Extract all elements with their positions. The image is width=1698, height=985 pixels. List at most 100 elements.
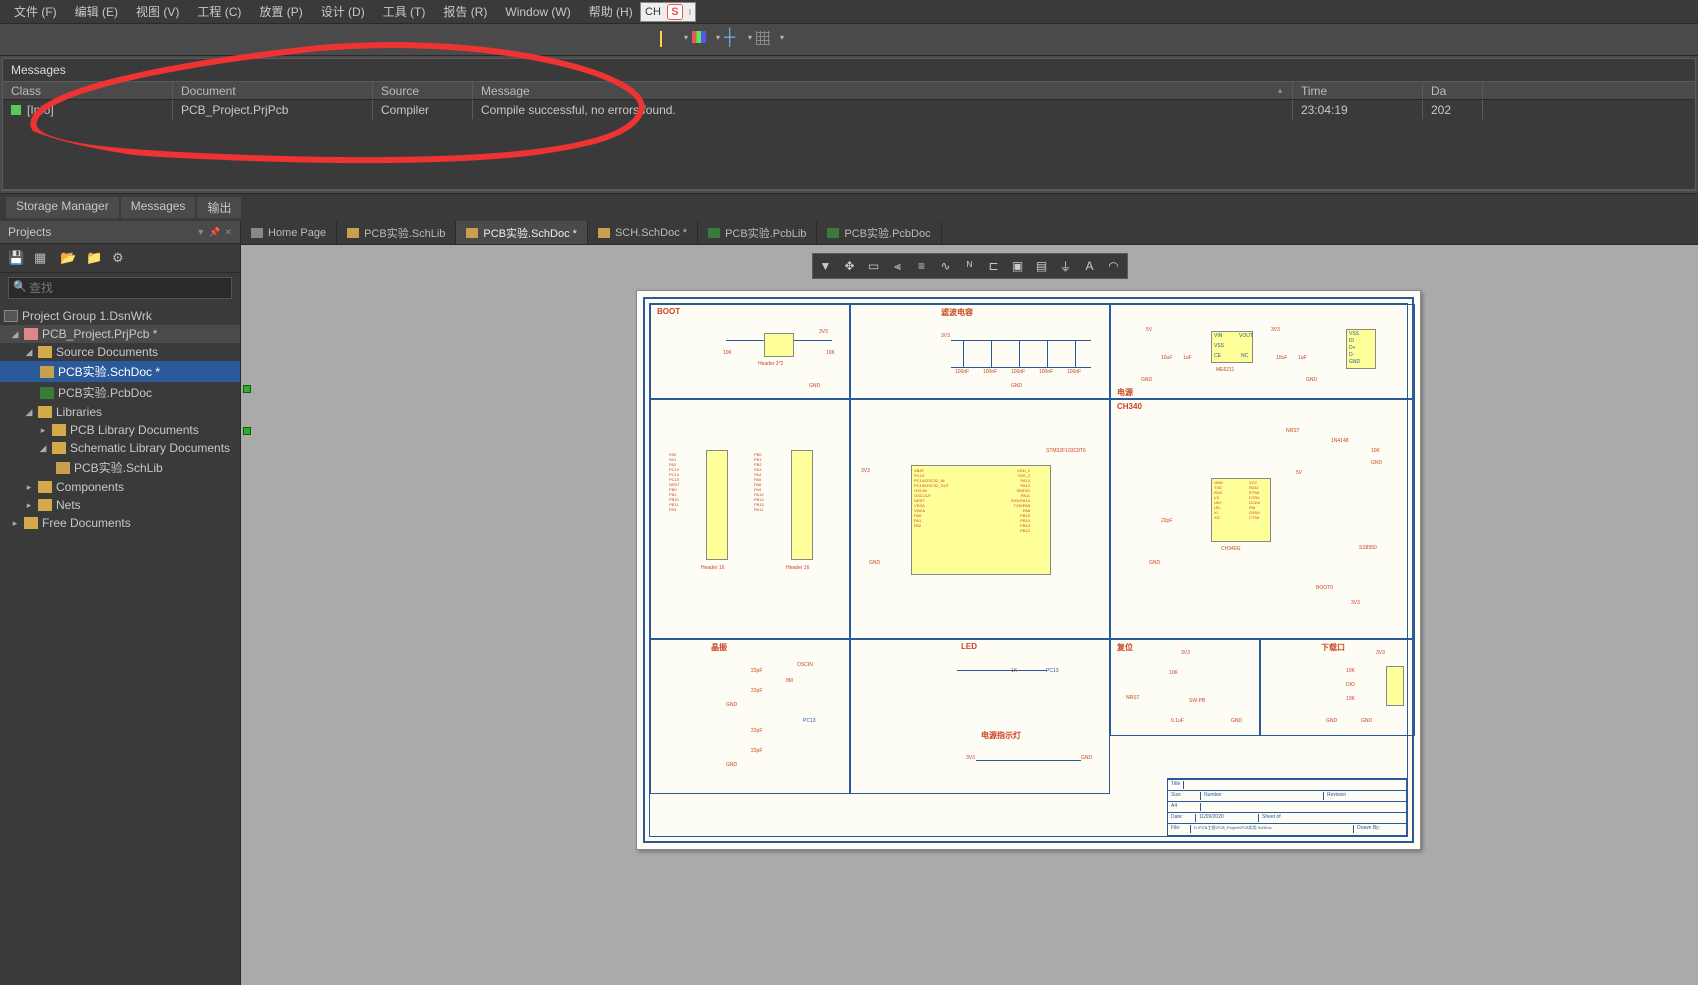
tree-source-docs[interactable]: ◢Source Documents bbox=[0, 343, 240, 361]
tree-schlib-folder[interactable]: ◢Schematic Library Documents bbox=[0, 439, 240, 457]
compile-icon[interactable]: ▦ bbox=[34, 250, 50, 266]
boot-r1: 10K bbox=[723, 350, 732, 356]
tab-sch[interactable]: SCH.SchDoc * bbox=[588, 221, 698, 244]
menu-place[interactable]: 放置 (P) bbox=[251, 1, 310, 22]
cell-headers: Header 16 Header 16 PA0PA1PA2PC13PC14PC1… bbox=[650, 399, 850, 639]
netlabel-icon[interactable]: ᴺ bbox=[959, 256, 981, 276]
select-icon[interactable]: ▭ bbox=[863, 256, 885, 276]
header-p3 bbox=[791, 450, 813, 560]
tree-pcbdoc[interactable]: PCB实验.PcbDoc bbox=[0, 382, 240, 403]
tree-workspace[interactable]: Project Group 1.DsnWrk bbox=[0, 307, 240, 325]
port-icon[interactable]: ⊏ bbox=[983, 256, 1005, 276]
part-icon[interactable]: ▤ bbox=[1031, 256, 1053, 276]
dl-gnd1: GND bbox=[1326, 718, 1337, 724]
menu-help[interactable]: 帮助 (H) bbox=[581, 1, 641, 22]
tb-number: Number bbox=[1204, 792, 1324, 800]
tab-output[interactable]: 输出 bbox=[197, 197, 241, 218]
xtal-c13: 22pF bbox=[751, 728, 762, 734]
menu-window[interactable]: Window (W) bbox=[497, 3, 578, 21]
power-icon[interactable]: ⏚ bbox=[1055, 256, 1077, 276]
search-input[interactable] bbox=[8, 277, 232, 299]
panel-close-icon[interactable]: ✕ bbox=[224, 227, 232, 238]
reset-3v3: 3V3 bbox=[1181, 650, 1190, 656]
tb-title: Title bbox=[1171, 781, 1184, 789]
schematic-canvas[interactable]: ▼ ✥ ▭ ⫷ ≡ ∿ ᴺ ⊏ ▣ ▤ ⏚ A ◠ BOOT bbox=[241, 245, 1698, 985]
move-icon[interactable]: ✥ bbox=[839, 256, 861, 276]
crosshair-icon[interactable]: ┼ bbox=[724, 31, 742, 49]
cell-download-title: 下载口 bbox=[1321, 642, 1345, 653]
tree-libraries[interactable]: ◢Libraries bbox=[0, 403, 240, 421]
mcu-right-pins: VDD_2VSS_2PA13PA12SWDIOPA11RXD/PA10TXD/P… bbox=[1011, 468, 1030, 533]
power-gnd2: GND bbox=[1306, 377, 1317, 383]
menu-report[interactable]: 报告 (R) bbox=[435, 1, 495, 22]
col-document[interactable]: Document bbox=[173, 82, 373, 99]
col-class[interactable]: Class bbox=[3, 82, 173, 99]
msg-text: Compile successful, no errors found. bbox=[473, 100, 1293, 119]
tree-project[interactable]: ◢PCB_Project.PrjPcb * bbox=[0, 325, 240, 343]
cell-decoup-title: 滤波电容 bbox=[941, 307, 973, 318]
tree-pcblib-folder[interactable]: ▸PCB Library Documents bbox=[0, 421, 240, 439]
tab-schdoc[interactable]: PCB实验.SchDoc * bbox=[456, 221, 588, 244]
tab-pcblib[interactable]: PCB实验.PcbLib bbox=[698, 221, 817, 244]
tb-size: Size bbox=[1171, 792, 1201, 800]
tree-schlib[interactable]: PCB实验.SchLib bbox=[0, 457, 240, 478]
folder-icon[interactable]: 📁 bbox=[86, 250, 102, 266]
reset-sw: SW-PB bbox=[1189, 698, 1205, 704]
tree-nets[interactable]: ▸Nets bbox=[0, 496, 240, 514]
ch340-diode: 1N4148 bbox=[1331, 438, 1349, 444]
wire-icon[interactable]: ∿ bbox=[935, 256, 957, 276]
col-source[interactable]: Source bbox=[373, 82, 473, 99]
tab-pcbdoc[interactable]: PCB实验.PcbDoc bbox=[817, 221, 941, 244]
usb-dm: D- bbox=[1349, 352, 1354, 358]
place-wire-icon[interactable] bbox=[660, 31, 678, 49]
settings-gear-icon[interactable]: ⚙ bbox=[112, 250, 128, 266]
align-dist-icon[interactable]: ≡ bbox=[911, 256, 933, 276]
color-swatch-icon[interactable] bbox=[692, 31, 710, 49]
msg-document: PCB_Project.PrjPcb bbox=[173, 100, 373, 119]
tree-free-docs[interactable]: ▸Free Documents bbox=[0, 514, 240, 532]
boot-3v3: 3V3 bbox=[819, 329, 828, 335]
filter-icon[interactable]: ▼ bbox=[815, 256, 837, 276]
cell-mcu: STM32F103C8T6 VBATPC13PC14/OSC32_INPC15/… bbox=[850, 399, 1110, 639]
text-icon[interactable]: A bbox=[1079, 256, 1101, 276]
message-row[interactable]: [Info] PCB_Project.PrjPcb Compiler Compi… bbox=[3, 100, 1695, 119]
power-3v3: 3V3 bbox=[1271, 327, 1280, 333]
menu-edit[interactable]: 编辑 (E) bbox=[67, 1, 126, 22]
sheet-icon[interactable]: ▣ bbox=[1007, 256, 1029, 276]
menu-view[interactable]: 视图 (V) bbox=[128, 1, 187, 22]
menu-tools[interactable]: 工具 (T) bbox=[375, 1, 434, 22]
menu-project[interactable]: 工程 (C) bbox=[189, 1, 249, 22]
hdr16a-label: Header 16 bbox=[701, 565, 724, 571]
save-icon[interactable]: 💾 bbox=[8, 250, 24, 266]
tree-schdoc[interactable]: PCB实验.SchDoc * bbox=[0, 361, 240, 382]
open-folder-icon[interactable]: 📂 bbox=[60, 250, 76, 266]
tab-storage-manager[interactable]: Storage Manager bbox=[6, 197, 119, 218]
ch340-gnd2: GND bbox=[1371, 460, 1382, 466]
col-message[interactable]: Message▲ bbox=[473, 82, 1293, 99]
col-time[interactable]: Time bbox=[1293, 82, 1423, 99]
mcu-part: STM32F103C8T6 bbox=[1046, 448, 1086, 454]
usb-id: ID bbox=[1349, 338, 1354, 344]
menu-design[interactable]: 设计 (D) bbox=[313, 1, 373, 22]
grid-icon[interactable] bbox=[756, 31, 774, 49]
search-container bbox=[0, 273, 240, 303]
align-left-icon[interactable]: ⫷ bbox=[887, 256, 909, 276]
col-date[interactable]: Da bbox=[1423, 82, 1483, 99]
led-pc13: PC13 bbox=[1046, 668, 1059, 674]
ch340-c16: 22pF bbox=[1161, 518, 1172, 524]
tb-date: Date: bbox=[1171, 814, 1196, 822]
tab-schlib[interactable]: PCB实验.SchLib bbox=[337, 221, 456, 244]
ime-indicator[interactable]: CH S ፧ bbox=[640, 2, 696, 22]
cell-ch340: CH340 CH340G GNDTXDRXDV3UD+UD-XIXO VCCR2… bbox=[1110, 399, 1415, 639]
arc-icon[interactable]: ◠ bbox=[1103, 256, 1125, 276]
menu-file[interactable]: 文件 (F) bbox=[6, 1, 65, 22]
c7: 100nF bbox=[1011, 369, 1025, 375]
panel-pin-icon[interactable]: 📌 bbox=[209, 227, 220, 238]
xtal-oscin: OSCIN bbox=[797, 662, 813, 668]
panel-dropdown-icon[interactable]: ▼ bbox=[196, 227, 205, 238]
tab-home[interactable]: Home Page bbox=[241, 221, 337, 244]
xtal-c15: 22pF bbox=[751, 748, 762, 754]
usb-dp: D+ bbox=[1349, 345, 1356, 351]
tree-components[interactable]: ▸Components bbox=[0, 478, 240, 496]
tab-messages[interactable]: Messages bbox=[121, 197, 196, 218]
